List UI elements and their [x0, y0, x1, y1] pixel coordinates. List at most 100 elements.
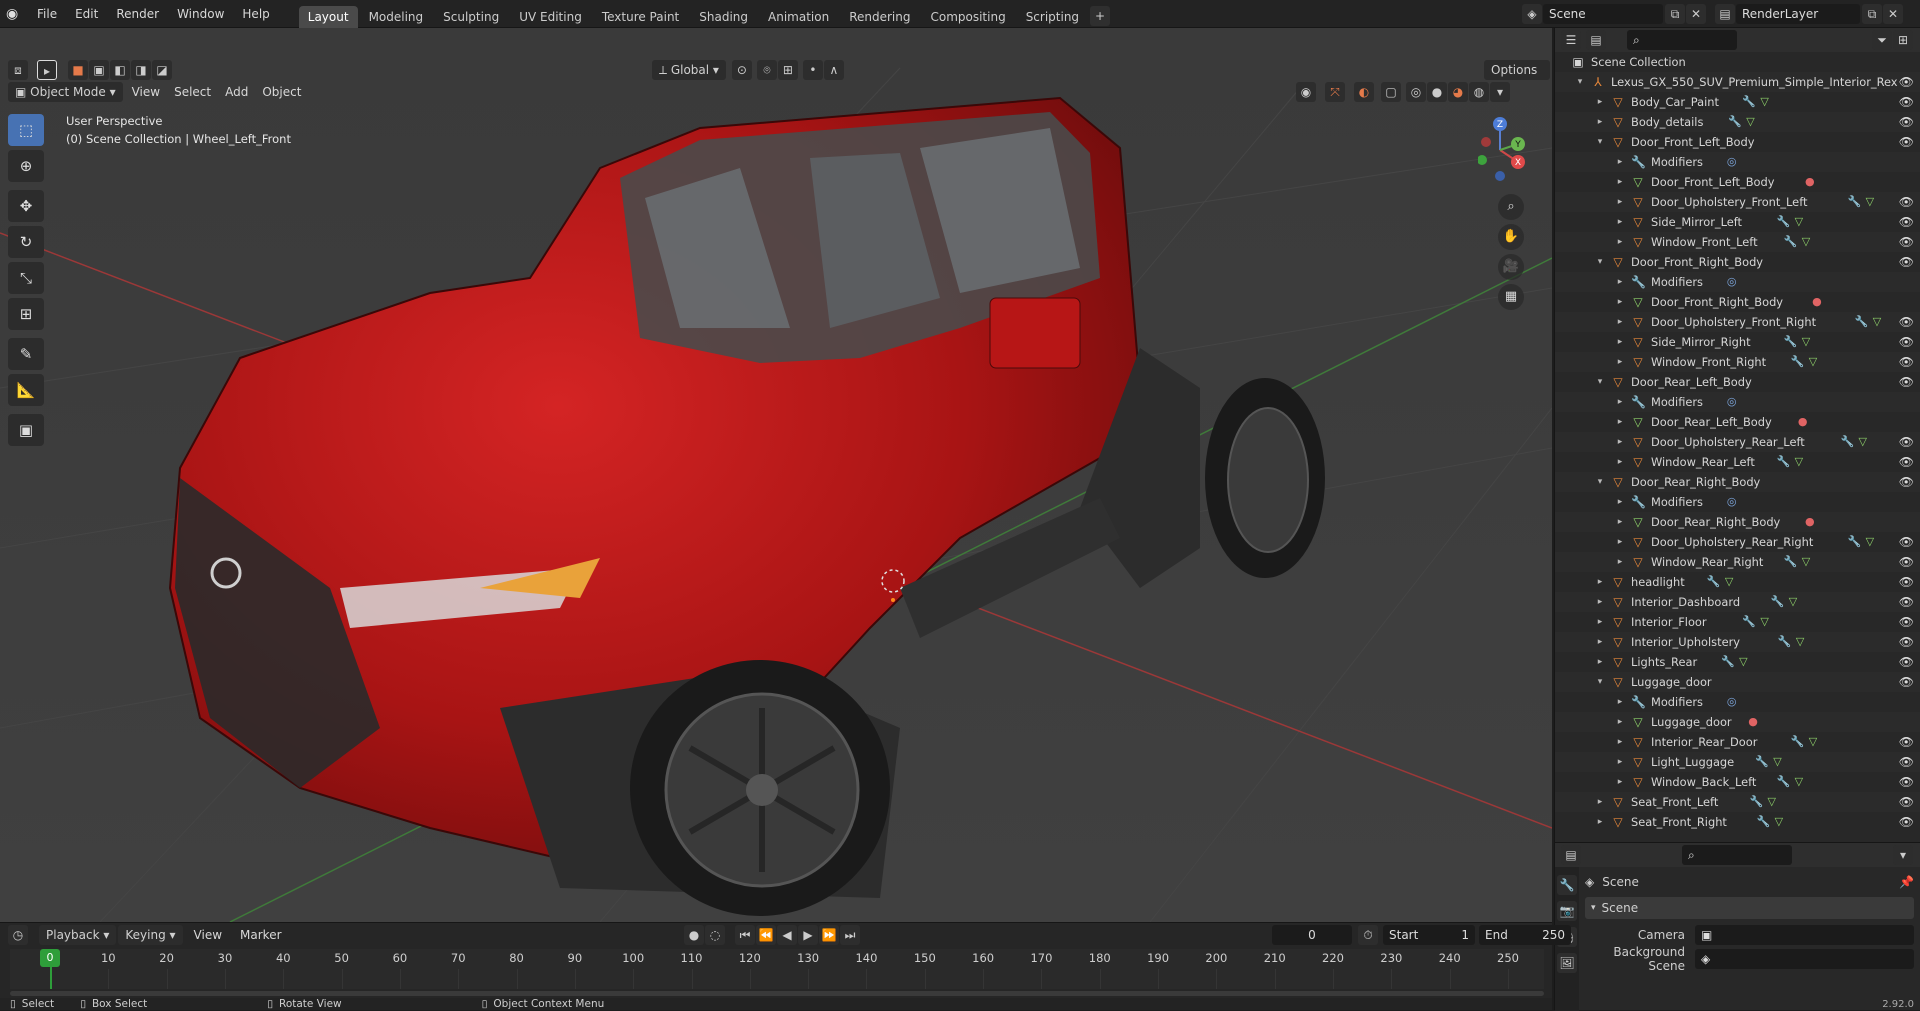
outliner-row[interactable]: ▸ 🔧 Modifiers ◎	[1555, 492, 1920, 512]
visibility-filter-icon[interactable]: ◉	[1296, 82, 1316, 102]
jump-end-icon[interactable]: ⏭	[840, 925, 860, 945]
expand-caret-closed-icon[interactable]: ▸	[1595, 112, 1605, 132]
visibility-eye-icon[interactable]: 👁	[1899, 332, 1914, 352]
visibility-eye-icon[interactable]: 👁	[1899, 612, 1914, 632]
outliner-row[interactable]: ▸ ▽ Interior_Dashboard 🔧 ▽ 👁	[1555, 592, 1920, 612]
material-icon[interactable]: ●	[1805, 172, 1815, 192]
outliner-row[interactable]: ▾ ▽ Luggage_door 👁	[1555, 672, 1920, 692]
expand-caret-open-icon[interactable]: ▾	[1575, 72, 1585, 92]
outliner-row[interactable]: ▸ ▽ Window_Rear_Right 🔧 ▽ 👁	[1555, 552, 1920, 572]
outliner-row[interactable]: ▸ ▽ Door_Upholstery_Front_Left 🔧 ▽ 👁	[1555, 192, 1920, 212]
expand-caret-closed-icon[interactable]: ▸	[1615, 352, 1625, 372]
expand-caret-closed-icon[interactable]: ▸	[1615, 772, 1625, 792]
expand-caret-closed-icon[interactable]: ▸	[1595, 592, 1605, 612]
expand-caret-closed-icon[interactable]: ▸	[1615, 212, 1625, 232]
mesh-data-icon[interactable]: ▽	[1802, 552, 1810, 572]
stopwatch-icon[interactable]: ⏱	[1358, 925, 1378, 945]
delete-layer-icon[interactable]: ✕	[1883, 4, 1903, 24]
visibility-eye-icon[interactable]: 👁	[1899, 232, 1914, 252]
outliner-row[interactable]: ▸ ▽ Lights_Rear 🔧 ▽ 👁	[1555, 652, 1920, 672]
outliner-row[interactable]: ▸ 🔧 Modifiers ◎	[1555, 692, 1920, 712]
menu-view[interactable]: View	[125, 82, 167, 102]
keying-dropdown[interactable]: Keying ▾	[118, 925, 183, 945]
scale-tool[interactable]: ⤡	[8, 262, 44, 294]
prev-key-icon[interactable]: ⏪	[756, 925, 776, 945]
outliner-row[interactable]: ▸ 🔧 Modifiers ◎	[1555, 272, 1920, 292]
outliner-row[interactable]: ▾ ⅄ Lexus_GX_550_SUV_Premium_Simple_Interi…	[1555, 72, 1920, 92]
outliner-row[interactable]: ▸ ▽ Window_Rear_Left 🔧 ▽ 👁	[1555, 452, 1920, 472]
outliner-row[interactable]: ▸ ▽ Interior_Upholstery 🔧 ▽ 👁	[1555, 632, 1920, 652]
modifier-icon[interactable]: 🔧	[1841, 432, 1855, 452]
modifier-icon[interactable]: 🔧	[1784, 332, 1798, 352]
expand-caret-closed-icon[interactable]: ▸	[1595, 612, 1605, 632]
new-collection-icon[interactable]: ⊞	[1893, 30, 1913, 50]
current-frame-field[interactable]: 0	[1272, 925, 1352, 945]
visibility-eye-icon[interactable]: 👁	[1899, 652, 1914, 672]
xray-toggle-icon[interactable]: ▢	[1381, 82, 1401, 102]
expand-caret-closed-icon[interactable]: ▸	[1615, 172, 1625, 192]
play-icon[interactable]: ▶	[798, 925, 818, 945]
tab-animation[interactable]: Animation	[759, 6, 838, 28]
modifier-icon[interactable]: 🔧	[1784, 552, 1798, 572]
expand-caret-closed-icon[interactable]: ▸	[1615, 512, 1625, 532]
menu-edit[interactable]: Edit	[66, 0, 107, 28]
menu-file[interactable]: File	[28, 0, 66, 28]
visibility-eye-icon[interactable]: 👁	[1899, 532, 1914, 552]
mesh-data-icon[interactable]: ▽	[1789, 592, 1797, 612]
mesh-data-icon[interactable]: ▽	[1802, 232, 1810, 252]
tab-texture-paint[interactable]: Texture Paint	[593, 6, 688, 28]
expand-caret-closed-icon[interactable]: ▸	[1615, 272, 1625, 292]
outliner-row[interactable]: ▸ ▽ Luggage_door ●	[1555, 712, 1920, 732]
modifier-icon[interactable]: 🔧	[1791, 352, 1805, 372]
visibility-eye-icon[interactable]: 👁	[1899, 552, 1914, 572]
visibility-eye-icon[interactable]: 👁	[1899, 472, 1914, 492]
visibility-eye-icon[interactable]: 👁	[1899, 672, 1914, 692]
outliner-row[interactable]: ▸ ▽ Door_Front_Right_Body ●	[1555, 292, 1920, 312]
end-frame-field[interactable]: End 250	[1479, 925, 1571, 945]
outliner-row[interactable]: ▸ 🔧 Modifiers ◎	[1555, 152, 1920, 172]
outliner-row[interactable]: ▸ ▽ Body_Car_Paint 🔧 ▽ 👁	[1555, 92, 1920, 112]
visibility-eye-icon[interactable]: 👁	[1899, 732, 1914, 752]
cursor-tool[interactable]: ⊕	[8, 150, 44, 182]
visibility-eye-icon[interactable]: 👁	[1899, 132, 1914, 152]
expand-caret-closed-icon[interactable]: ▸	[1615, 692, 1625, 712]
menu-render[interactable]: Render	[107, 0, 168, 28]
filter-icon[interactable]: ⏷	[1872, 30, 1892, 50]
expand-caret-open-icon[interactable]: ▾	[1595, 472, 1605, 492]
modifier-icon[interactable]: 🔧	[1777, 772, 1791, 792]
visibility-eye-icon[interactable]: 👁	[1899, 72, 1914, 92]
mesh-data-icon[interactable]: ▽	[1795, 452, 1803, 472]
outliner-row[interactable]: ▸ ▽ Seat_Front_Left 🔧 ▽ 👁	[1555, 792, 1920, 812]
visibility-eye-icon[interactable]: 👁	[1899, 452, 1914, 472]
modifier-icon[interactable]: 🔧	[1707, 572, 1721, 592]
select-box-tool[interactable]: ⬚	[8, 114, 44, 146]
expand-caret-closed-icon[interactable]: ▸	[1615, 752, 1625, 772]
outliner-row[interactable]: ▸ 🔧 Modifiers ◎	[1555, 392, 1920, 412]
visibility-eye-icon[interactable]: 👁	[1899, 592, 1914, 612]
modifier-stack-icon[interactable]: ◎	[1727, 392, 1737, 412]
background-scene-field[interactable]: ◈	[1695, 949, 1914, 969]
tab-compositing[interactable]: Compositing	[921, 6, 1014, 28]
outliner-row[interactable]: ▸ ▽ Window_Front_Right 🔧 ▽ 👁	[1555, 352, 1920, 372]
frame-ruler[interactable]: 0 10 20 30 40 50 60 70 80 90 100 110 120 130 140 150 160…	[10, 949, 1544, 989]
proportional-edit-icon[interactable]: •	[802, 60, 823, 80]
material-icon[interactable]: ●	[1798, 412, 1808, 432]
overlay-toggle-icon[interactable]: ◐	[1354, 82, 1374, 102]
expand-caret-closed-icon[interactable]: ▸	[1615, 412, 1625, 432]
expand-caret-closed-icon[interactable]: ▸	[1615, 392, 1625, 412]
outliner-row[interactable]: ▸ ▽ Body_details 🔧 ▽ 👁	[1555, 112, 1920, 132]
modifier-icon[interactable]: 🔧	[1777, 212, 1791, 232]
mesh-data-icon[interactable]: ▽	[1768, 792, 1776, 812]
outliner-row[interactable]: ▸ ▽ headlight 🔧 ▽ 👁	[1555, 572, 1920, 592]
camera-field[interactable]: ▣	[1695, 925, 1914, 945]
outliner-row[interactable]: ▸ ▽ Interior_Rear_Door 🔧 ▽ 👁	[1555, 732, 1920, 752]
expand-caret-closed-icon[interactable]: ▸	[1615, 492, 1625, 512]
timeline-scrollbar[interactable]	[10, 991, 1544, 996]
modifier-icon[interactable]: 🔧	[1784, 232, 1798, 252]
expand-caret-open-icon[interactable]: ▾	[1595, 672, 1605, 692]
modifier-icon[interactable]: 🔧	[1742, 92, 1756, 112]
tab-modeling[interactable]: Modeling	[360, 6, 433, 28]
modifier-icon[interactable]: 🔧	[1742, 612, 1756, 632]
outliner-row[interactable]: ▸ ▽ Door_Upholstery_Front_Right 🔧 ▽ 👁	[1555, 312, 1920, 332]
expand-caret-closed-icon[interactable]: ▸	[1595, 632, 1605, 652]
